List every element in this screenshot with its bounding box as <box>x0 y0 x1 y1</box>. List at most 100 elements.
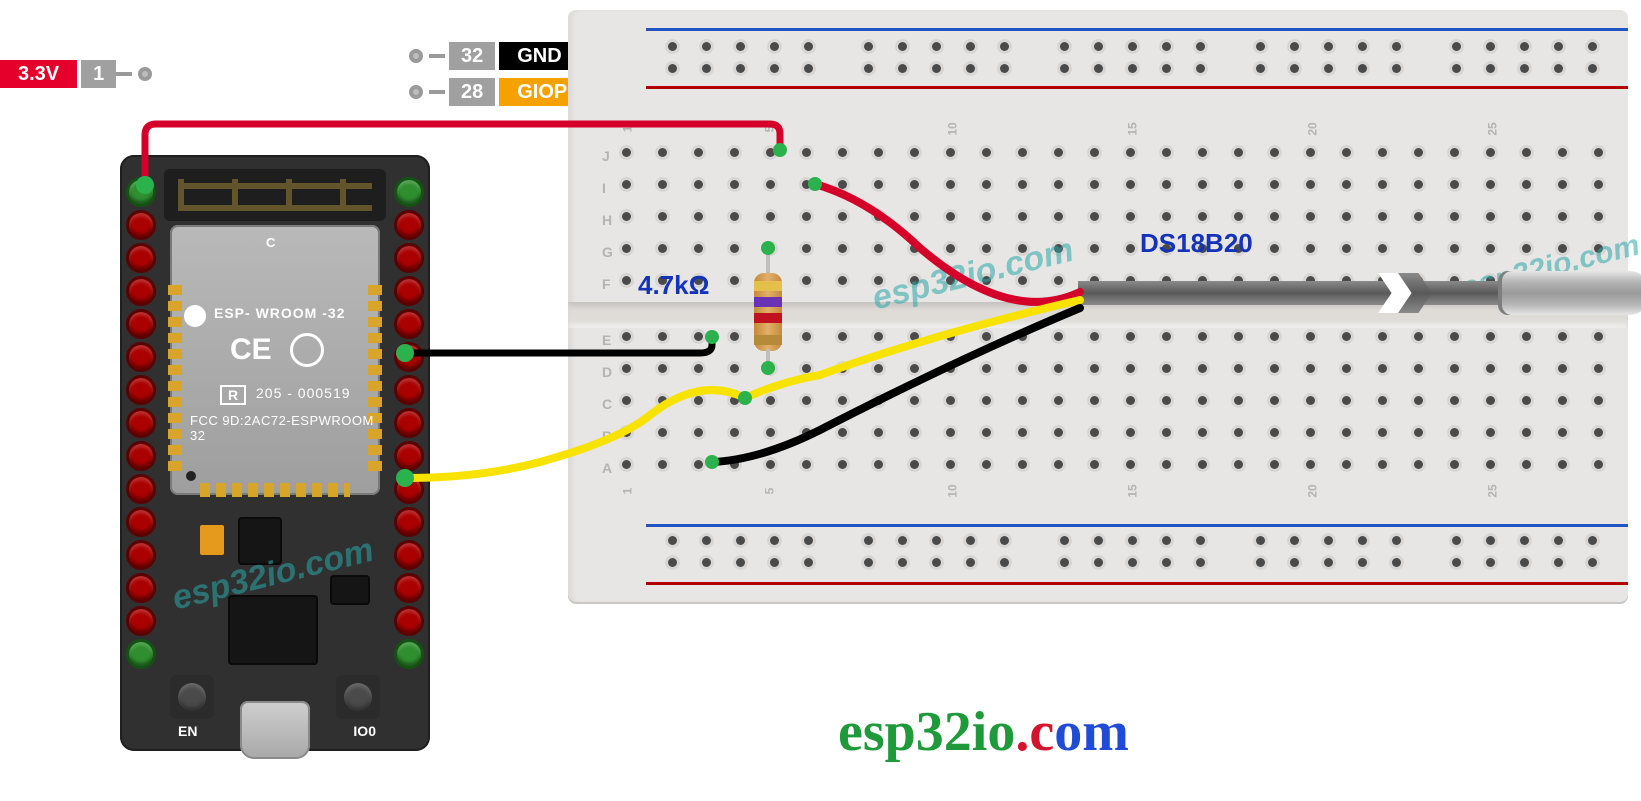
esp32-pin <box>126 309 156 339</box>
esp32-antenna <box>164 169 386 221</box>
esp32-pinrow-left <box>126 177 156 676</box>
esp32-pin <box>394 540 424 570</box>
legend-gpio-pin: 28 <box>449 78 495 106</box>
esp32-pin <box>126 408 156 438</box>
board-chip-2 <box>330 575 370 605</box>
esp32-pin <box>126 507 156 537</box>
breadboard-col-1: 1 <box>620 126 634 133</box>
breadboard-col-1b: 1 <box>620 488 634 495</box>
io0-button-label: IO0 <box>353 723 376 739</box>
shield-module-name: ESP- WROOM -32 <box>214 305 345 321</box>
legend-connector-dot <box>138 67 152 81</box>
breadboard-rail-bot-neg <box>646 524 1628 527</box>
logo-part-3: om <box>1054 701 1129 763</box>
esp32-pin <box>394 309 424 339</box>
esp32-pin <box>394 342 424 372</box>
esp32-pin <box>126 573 156 603</box>
esp32-pin <box>126 177 156 207</box>
breadboard-col-20b: 20 <box>1306 484 1320 497</box>
wifi-icon <box>184 305 206 327</box>
shield-pads-bottom <box>200 483 350 497</box>
esp32-board: C ESP- WROOM -32 CE R 205 - 000519 FCC 9… <box>120 155 430 751</box>
esp32-pin <box>126 441 156 471</box>
pullup-resistor <box>754 253 782 371</box>
esp32-pin <box>394 375 424 405</box>
esp32-pin <box>394 210 424 240</box>
en-button[interactable] <box>170 675 214 719</box>
breadboard-col-5: 5 <box>762 126 776 133</box>
sensor-label: DS18B20 <box>1140 228 1253 259</box>
legend-connector-line <box>116 72 132 76</box>
board-chip-1 <box>238 517 282 565</box>
esp32-pin <box>394 606 424 636</box>
breadboard-row-J: J <box>602 148 610 164</box>
logo-part-1: esp32io <box>838 701 1015 763</box>
breadboard-rail-top-pos <box>646 86 1628 89</box>
legend-connector-line <box>429 54 445 58</box>
esp32-pin <box>394 408 424 438</box>
esp32-pin <box>394 507 424 537</box>
breadboard-row-H: H <box>602 212 612 228</box>
breadboard-row-G: G <box>602 244 613 260</box>
shield-pads-left <box>168 285 182 475</box>
esp32-pin <box>126 276 156 306</box>
breadboard-power-bot <box>668 536 1618 576</box>
esp32-pin <box>126 639 156 669</box>
esp32-pin <box>126 474 156 504</box>
legend-connector-line <box>429 90 445 94</box>
shield-c-label: C <box>266 235 275 250</box>
esp32-pin <box>394 639 424 669</box>
pin1-dot-icon <box>186 471 196 481</box>
ds18b20-probe <box>1078 263 1641 323</box>
breadboard-row-A: A <box>602 460 612 476</box>
board-chip-main <box>228 595 318 665</box>
esp32-pin <box>126 210 156 240</box>
legend-gnd-pin: 32 <box>449 42 495 70</box>
ds18b20-tip <box>1498 271 1641 315</box>
breadboard-row-D: D <box>602 364 612 380</box>
breadboard-row-I: I <box>602 180 606 196</box>
breadboard-col-5b: 5 <box>762 488 776 495</box>
breadboard-row-B: B <box>602 428 612 444</box>
resistor-label: 4.7kΩ <box>638 270 709 301</box>
esp32-pinrow-right <box>394 177 424 676</box>
io0-button[interactable] <box>336 675 380 719</box>
shield-serial: 205 - 000519 <box>256 385 351 401</box>
esp32-pin <box>126 606 156 636</box>
esp32-pin <box>394 474 424 504</box>
esp32-pin <box>126 342 156 372</box>
breadboard-col-10: 10 <box>946 122 960 135</box>
breadboard-col-15b: 15 <box>1126 484 1140 497</box>
shield-pads-right <box>368 285 382 475</box>
legend-connector-dot <box>409 49 423 63</box>
breadboard-col-15: 15 <box>1126 122 1140 135</box>
legend-connector-dot <box>409 85 423 99</box>
breadboard-col-20: 20 <box>1306 122 1320 135</box>
board-capacitor <box>200 525 224 555</box>
esp32-pin <box>394 441 424 471</box>
esp32-pin <box>126 243 156 273</box>
usb-port[interactable] <box>240 701 310 759</box>
legend-power: 3.3V 1 <box>0 60 158 88</box>
breadboard-rail-bot-pos <box>646 582 1628 585</box>
esp32-pin <box>126 540 156 570</box>
breadboard-rail-top-neg <box>646 28 1628 31</box>
breadboard-col-25b: 25 <box>1486 484 1500 497</box>
site-logo: esp32io.com <box>838 700 1129 764</box>
esp32-shield: C ESP- WROOM -32 CE R 205 - 000519 FCC 9… <box>170 225 380 495</box>
espressif-logo-icon <box>290 333 324 367</box>
esp32-pin <box>394 573 424 603</box>
ce-mark: CE <box>230 333 272 367</box>
legend-power-pin: 1 <box>81 60 116 88</box>
esp32-pin <box>394 177 424 207</box>
en-button-label: EN <box>178 723 197 739</box>
r-mark: R <box>220 385 246 405</box>
breadboard-row-C: C <box>602 396 612 412</box>
breadboard-power-top <box>668 42 1618 82</box>
breadboard-row-F: F <box>602 276 611 292</box>
breadboard-col-10b: 10 <box>946 484 960 497</box>
shield-fcc: FCC 9D:2AC72-ESPWROOM 32 <box>190 413 380 443</box>
breadboard-row-E: E <box>602 332 611 348</box>
logo-part-2: .c <box>1015 701 1054 763</box>
esp32-pin <box>126 375 156 405</box>
